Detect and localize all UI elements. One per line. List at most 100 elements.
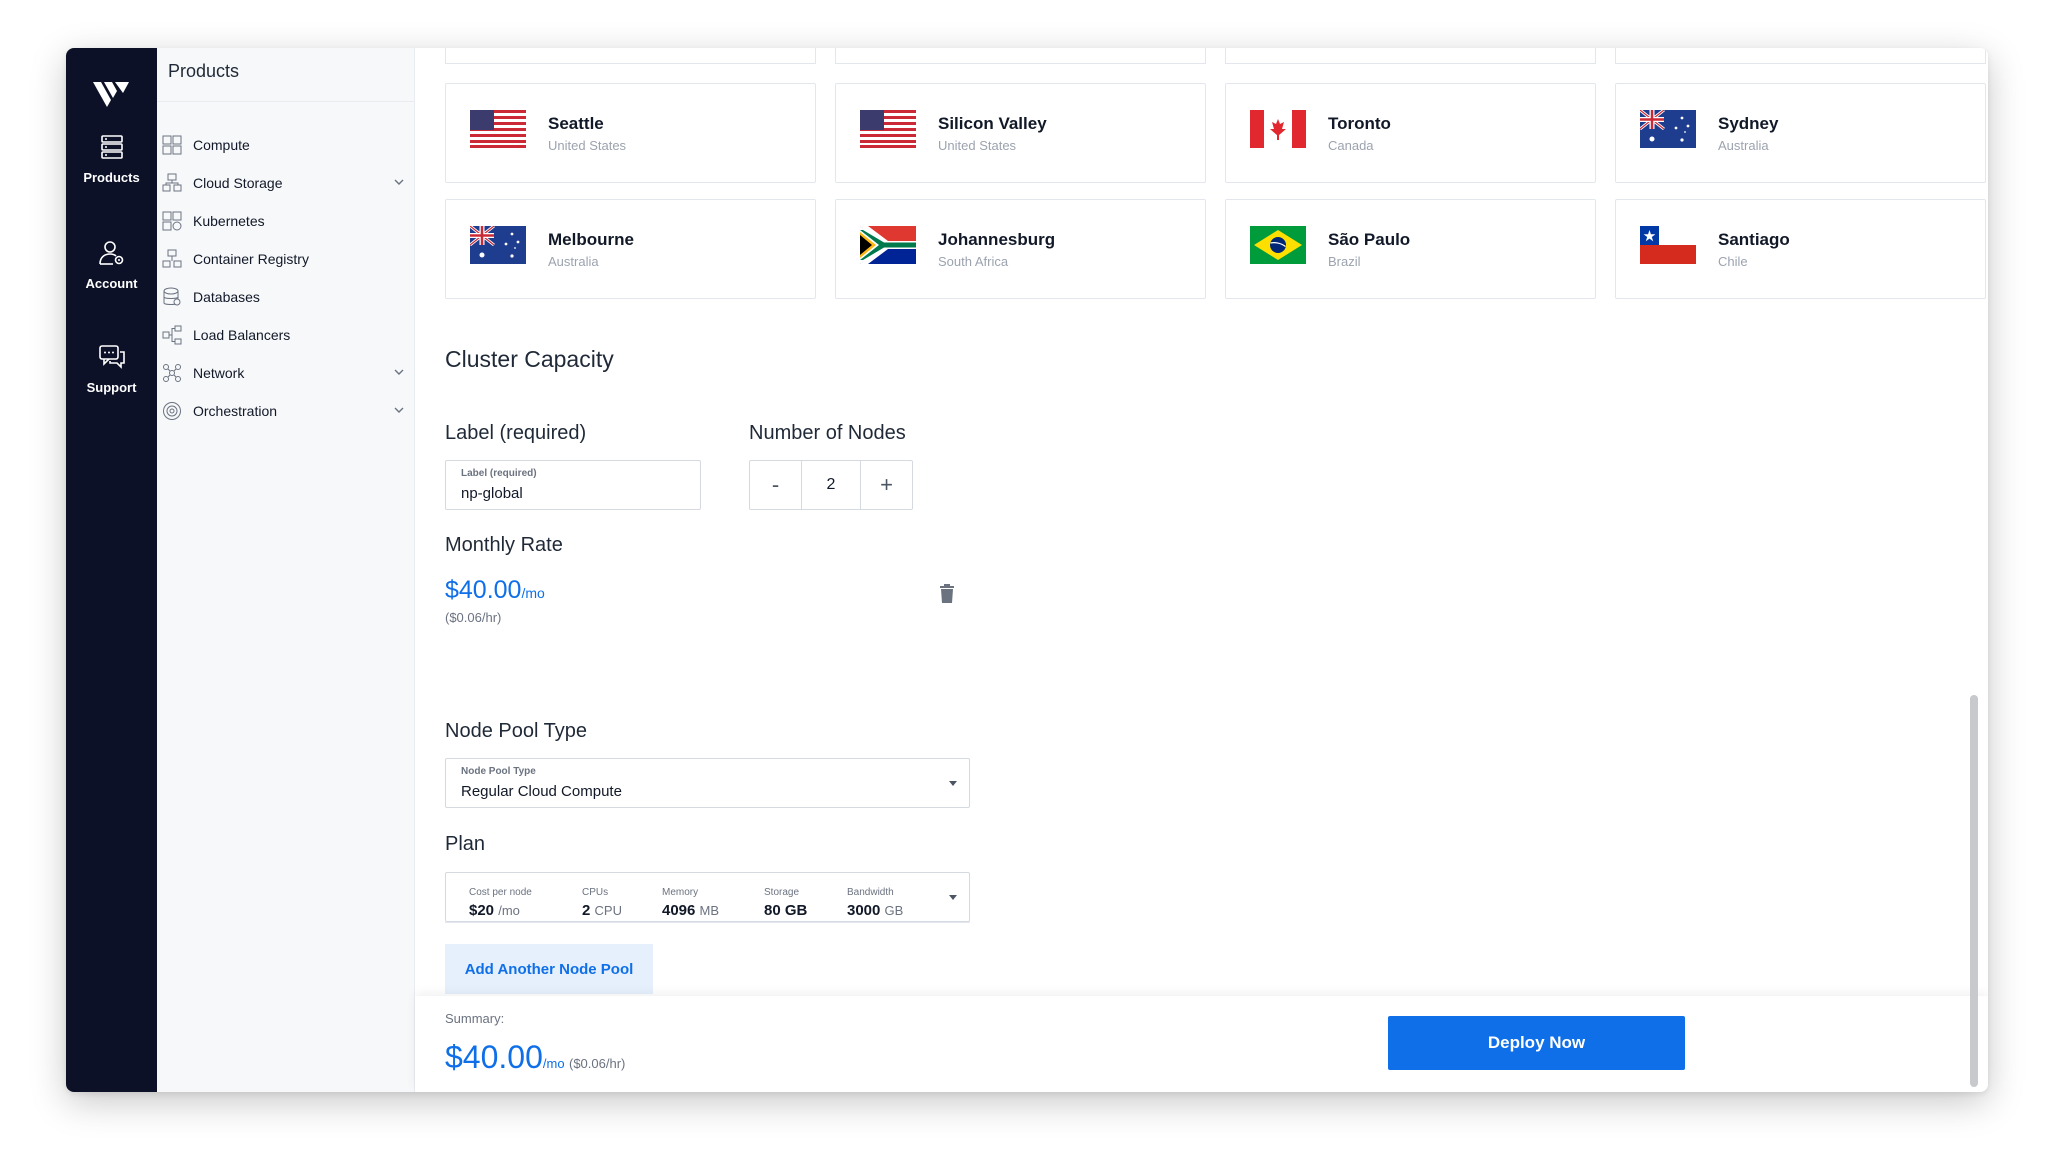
vultr-logo[interactable] xyxy=(90,74,132,116)
plan-label: Memory xyxy=(662,887,699,898)
cloud-storage-icon xyxy=(161,172,183,194)
city-name: Johannesburg xyxy=(938,230,1056,249)
label-field[interactable]: Label (required) np-global xyxy=(445,460,701,510)
add-node-pool-button[interactable]: Add Another Node Pool xyxy=(445,944,653,994)
country-name: South Africa xyxy=(938,254,1009,269)
location-card-sydney[interactable]: Sydney Australia xyxy=(1615,83,1986,183)
node-pool-type-select[interactable]: Node Pool Type Regular Cloud Compute xyxy=(445,758,970,808)
rate-period: /mo xyxy=(521,585,545,601)
databases-icon xyxy=(161,286,183,308)
plan-select[interactable]: Cost per node $20 /mo CPUs 2 CPU Memory … xyxy=(445,872,970,922)
chevron-down-icon[interactable] xyxy=(393,366,405,378)
location-card-partial[interactable] xyxy=(1615,48,1986,64)
decrement-button[interactable]: - xyxy=(750,461,801,509)
plan-label: CPUs xyxy=(582,887,609,898)
plan-value: 2 CPU xyxy=(582,902,622,919)
products-sidebar: Products Compute Cloud Storage Kubernete… xyxy=(157,48,415,1092)
rate-amount: $40.00 xyxy=(445,576,522,604)
nodes-count[interactable]: 2 xyxy=(801,461,861,509)
location-card-partial[interactable] xyxy=(835,48,1206,64)
city-name: Melbourne xyxy=(548,230,634,249)
increment-button[interactable]: + xyxy=(861,461,912,509)
sidebar-item-label: Kubernetes xyxy=(193,213,265,229)
city-name: Seattle xyxy=(548,114,604,133)
location-card-seattle[interactable]: Seattle United States xyxy=(445,83,816,183)
country-name: Chile xyxy=(1718,254,1748,269)
plan-value: 3000 GB xyxy=(847,902,904,919)
rail-item-products[interactable]: Products xyxy=(66,134,157,185)
country-name: United States xyxy=(548,138,627,153)
sidebar-item-label: Network xyxy=(193,365,245,381)
sidebar-item-label: Load Balancers xyxy=(193,327,291,343)
sidebar-item-container-registry[interactable]: Container Registry xyxy=(157,240,415,278)
location-card-toronto[interactable]: Toronto Canada xyxy=(1225,83,1596,183)
sidebar-item-orchestration[interactable]: Orchestration xyxy=(157,392,415,430)
sidebar-item-cloud-storage[interactable]: Cloud Storage xyxy=(157,164,415,202)
chile-flag-icon xyxy=(1640,226,1696,264)
australia-flag-icon xyxy=(470,226,526,264)
sidebar-item-compute[interactable]: Compute xyxy=(157,126,415,164)
plan-value: 4096 MB xyxy=(662,902,720,919)
rail-label: Account xyxy=(85,276,138,291)
country-name: Brazil xyxy=(1328,254,1361,269)
nodes-stepper: - 2 + xyxy=(749,460,913,510)
chevron-down-icon[interactable] xyxy=(393,404,405,416)
sidebar-item-label: Orchestration xyxy=(193,403,278,419)
rail-label: Support xyxy=(86,380,137,395)
trash-icon[interactable] xyxy=(939,584,955,604)
sidebar-title: Products xyxy=(168,61,240,81)
canada-flag-icon xyxy=(1250,110,1306,148)
container-registry-icon xyxy=(161,248,183,270)
sidebar-item-network[interactable]: Network xyxy=(157,354,415,392)
rail-label: Products xyxy=(83,170,140,185)
label-field-floating-label: Label (required) xyxy=(461,468,537,479)
location-card-santiago[interactable]: Santiago Chile xyxy=(1615,199,1986,299)
section-title-cluster-capacity: Cluster Capacity xyxy=(445,346,614,372)
rail-item-account[interactable]: Account xyxy=(66,240,157,291)
rail-item-support[interactable]: Support xyxy=(66,344,157,395)
primary-rail: Products Account Support xyxy=(66,48,157,1092)
city-name: Toronto xyxy=(1328,114,1391,133)
us-flag-icon xyxy=(470,110,526,148)
us-flag-icon xyxy=(860,110,916,148)
country-name: Australia xyxy=(1718,138,1769,153)
chevron-down-icon[interactable] xyxy=(393,176,405,188)
location-card-johannesburg[interactable]: Johannesburg South Africa xyxy=(835,199,1206,299)
network-icon xyxy=(161,362,183,384)
compute-icon xyxy=(161,134,183,156)
plan-value: $20 /mo xyxy=(469,902,520,919)
country-name: Canada xyxy=(1328,138,1374,153)
user-settings-icon xyxy=(98,241,123,265)
summary-period: /mo xyxy=(542,1056,565,1071)
divider xyxy=(157,101,415,102)
plan-label: Cost per node xyxy=(469,887,532,898)
location-card-partial[interactable] xyxy=(445,48,816,64)
sidebar-item-kubernetes[interactable]: Kubernetes xyxy=(157,202,415,240)
location-card-silicon-valley[interactable]: Silicon Valley United States xyxy=(835,83,1206,183)
plan-label: Bandwidth xyxy=(847,887,894,898)
label-title: Label (required) xyxy=(445,422,587,444)
australia-flag-icon xyxy=(1640,110,1696,148)
city-name: Sydney xyxy=(1718,114,1779,133)
location-card-sao-paulo[interactable]: São Paulo Brazil xyxy=(1225,199,1596,299)
scrollbar-thumb[interactable] xyxy=(1970,695,1978,1087)
label-field-value[interactable]: np-global xyxy=(461,485,523,502)
nodes-title: Number of Nodes xyxy=(749,422,906,444)
summary-label: Summary: xyxy=(445,1011,505,1026)
app-window: Products Account Support Products Comput… xyxy=(66,48,1988,1092)
country-name: United States xyxy=(938,138,1017,153)
divider xyxy=(445,922,970,923)
monthly-rate-title: Monthly Rate xyxy=(445,534,563,556)
city-name: Silicon Valley xyxy=(938,114,1047,133)
main-content: Seattle United States Silicon Valley Uni… xyxy=(415,48,1988,1092)
rate-hourly: ($0.06/hr) xyxy=(445,610,502,625)
deploy-now-button[interactable]: Deploy Now xyxy=(1388,1016,1685,1070)
sidebar-item-load-balancers[interactable]: Load Balancers xyxy=(157,316,415,354)
summary-amount: $40.00 xyxy=(445,1039,543,1075)
sidebar-item-label: Cloud Storage xyxy=(193,175,283,191)
sidebar-item-databases[interactable]: Databases xyxy=(157,278,415,316)
caret-down-icon xyxy=(949,781,957,786)
location-card-partial[interactable] xyxy=(1225,48,1596,64)
location-card-melbourne[interactable]: Melbourne Australia xyxy=(445,199,816,299)
summary-bar: Summary: $40.00/mo ($0.06/hr) Deploy Now xyxy=(415,996,1988,1092)
